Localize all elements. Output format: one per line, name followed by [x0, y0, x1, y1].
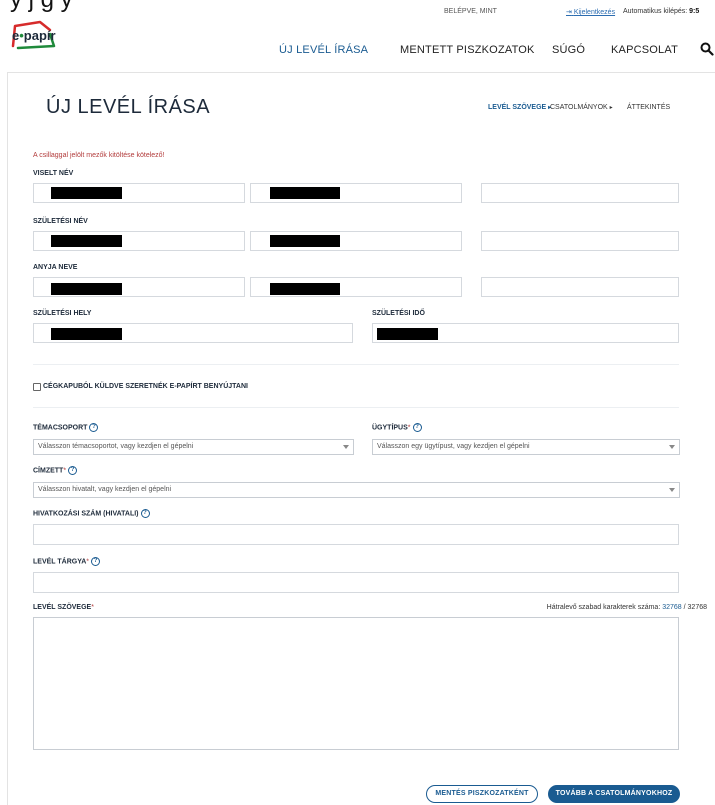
- step-label: CSATOLMÁNYOK: [550, 104, 608, 111]
- szuletesi-nev-second-input[interactable]: [481, 231, 679, 251]
- auto-logout-label: Automatikus kilépés:: [623, 8, 688, 15]
- help-icon[interactable]: ?: [140, 509, 150, 518]
- redacted-block: [51, 235, 122, 247]
- logo-text: e•papír: [12, 28, 56, 43]
- step-attekintes[interactable]: ÁTTEKINTÉS: [627, 104, 670, 111]
- step-label: LEVÉL SZÖVEGE: [488, 104, 547, 111]
- redacted-block: [377, 328, 438, 340]
- nav-uj-level-irasa[interactable]: ÚJ LEVÉL ÍRÁSA: [279, 44, 368, 56]
- top-strip: y j g y BELÉPVE, MINT ⇥ Kijelentkezés Au…: [0, 0, 715, 18]
- auto-logout-time: 9:5: [689, 8, 700, 15]
- counter-label: Hátralevő szabad karakterek száma:: [546, 604, 661, 611]
- divider: [33, 407, 679, 408]
- next-to-attachments-button[interactable]: TOVÁBB A CSATOLMÁNYOKHOZ: [548, 785, 680, 803]
- logout-link-label[interactable]: Kijelentkezés: [574, 9, 615, 16]
- auto-logout-timer: Automatikus kilépés: 9:5: [623, 8, 699, 15]
- counter-total: / 32768: [683, 604, 707, 611]
- level-targya-label-text: LEVÉL TÁRGYA: [33, 558, 87, 566]
- required-star: *: [86, 558, 90, 566]
- search-icon[interactable]: [700, 42, 714, 56]
- level-szovege-label-text: LEVÉL SZÖVEGE: [33, 604, 92, 611]
- redacted-block: [51, 187, 122, 199]
- nav-mentett-piszkozatok[interactable]: MENTETT PISZKOZATOK: [400, 44, 535, 56]
- chevron-down-icon: [669, 445, 675, 449]
- szuletesi-hely-label: SZÜLETÉSI HELY: [33, 310, 92, 317]
- anyja-neve-second-input[interactable]: [481, 277, 679, 297]
- help-icon[interactable]: ?: [68, 466, 78, 475]
- step-level-szovege[interactable]: LEVÉL SZÖVEGE ▸: [488, 104, 551, 111]
- redacted-block: [270, 187, 340, 199]
- step-arrow-icon: ▸: [609, 105, 613, 111]
- level-targya-label: LEVÉL TÁRGYA*?: [33, 557, 101, 566]
- logout-icon: ⇥: [566, 9, 572, 16]
- hivatkozasi-szam-label-text: HIVATKOZÁSI SZÁM (HIVATALI): [33, 510, 139, 518]
- viselt-nev-second-input[interactable]: [481, 183, 679, 203]
- redacted-block: [270, 283, 340, 295]
- required-note: A csillaggal jelölt mezők kitöltése köte…: [33, 152, 165, 159]
- level-targya-input[interactable]: [33, 572, 679, 593]
- hivatkozasi-szam-label: HIVATKOZÁSI SZÁM (HIVATALI)?: [33, 509, 150, 518]
- cimzett-label-text: CÍMZETT: [33, 467, 64, 475]
- redacted-block: [51, 283, 122, 295]
- logged-in-as-label: BELÉPVE, MINT: [444, 8, 497, 15]
- step-csatolmanyok[interactable]: CSATOLMÁNYOK ▸: [550, 104, 613, 111]
- required-star: *: [91, 604, 94, 611]
- anyja-neve-label: ANYJA NEVE: [33, 264, 78, 271]
- temacsoport-label: TÉMACSOPORT?: [33, 423, 99, 432]
- help-icon[interactable]: ?: [412, 423, 422, 432]
- szuletesi-nev-label: SZÜLETÉSI NÉV: [33, 218, 88, 225]
- redacted-block: [51, 328, 122, 340]
- required-star: *: [63, 467, 67, 475]
- ugytipus-placeholder: Válasszon egy ügytípust, vagy kezdjen el…: [377, 443, 530, 450]
- chevron-down-icon: [669, 488, 675, 492]
- cegkapu-checkbox-label[interactable]: CÉGKAPUBÓL KÜLDVE SZERETNÉK E-PAPÍRT BEN…: [43, 383, 248, 390]
- step-label: ÁTTEKINTÉS: [627, 104, 671, 111]
- temacsoport-placeholder: Válasszon témacsoportot, vagy kezdjen el…: [38, 443, 194, 450]
- redacted-block: [270, 235, 340, 247]
- page-title: ÚJ LEVÉL ÍRÁSA: [46, 96, 211, 118]
- help-icon[interactable]: ?: [89, 423, 99, 432]
- nav-sugo[interactable]: SÚGÓ: [552, 44, 585, 56]
- temacsoport-label-text: TÉMACSOPORT: [33, 424, 88, 432]
- level-szovege-textarea[interactable]: [33, 617, 679, 750]
- required-star: *: [407, 424, 411, 432]
- logo-text-papir: papír: [23, 28, 56, 43]
- cut-off-heading: y j g y: [10, 0, 73, 14]
- chevron-down-icon: [343, 445, 349, 449]
- ugytipus-label-text: ÜGYTÍPUS: [372, 424, 408, 432]
- szuletesi-ido-label: SZÜLETÉSI IDŐ: [372, 310, 425, 317]
- level-szovege-label: LEVÉL SZÖVEGE*: [33, 604, 94, 611]
- ugytipus-label: ÜGYTÍPUS*?: [372, 423, 422, 432]
- character-counter: Hátralevő szabad karakterek száma: 32768…: [547, 604, 707, 611]
- help-icon[interactable]: ?: [91, 557, 101, 566]
- nav-kapcsolat[interactable]: KAPCSOLAT: [611, 44, 678, 56]
- logout-link[interactable]: ⇥ Kijelentkezés: [566, 8, 615, 16]
- save-draft-button[interactable]: MENTÉS PISZKOZATKÉNT: [426, 785, 538, 803]
- ugytipus-select[interactable]: Válasszon egy ügytípust, vagy kezdjen el…: [372, 439, 680, 455]
- cimzett-label: CÍMZETT*?: [33, 466, 78, 475]
- divider: [33, 364, 679, 365]
- cimzett-placeholder: Válasszon hivatalt, vagy kezdjen el gépe…: [38, 486, 172, 493]
- counter-value: 32768: [662, 604, 682, 611]
- cimzett-select[interactable]: Válasszon hivatalt, vagy kezdjen el gépe…: [33, 482, 680, 498]
- temacsoport-select[interactable]: Válasszon témacsoportot, vagy kezdjen el…: [33, 439, 354, 455]
- hivatkozasi-szam-input[interactable]: [33, 524, 679, 545]
- cegkapu-checkbox[interactable]: [33, 383, 41, 391]
- viselt-nev-label: VISELT NÉV: [33, 170, 74, 177]
